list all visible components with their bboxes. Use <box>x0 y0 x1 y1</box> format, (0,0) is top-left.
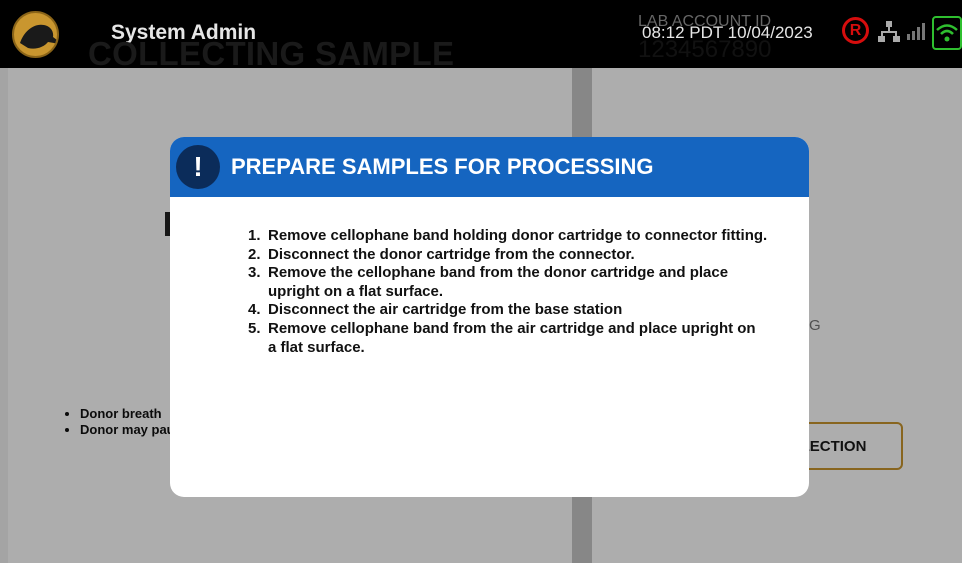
prepare-samples-dialog: ! PREPARE SAMPLES FOR PROCESSING 1. Remo… <box>170 137 809 497</box>
steps-list: 1. Remove cellophane band holding donor … <box>248 227 768 357</box>
step-item: 5. Remove cellophane band from the air c… <box>248 320 768 357</box>
step-item: 2. Disconnect the donor cartridge from t… <box>248 246 768 265</box>
step-item: 3. Remove the cellophane band from the d… <box>248 264 768 301</box>
dialog-title: PREPARE SAMPLES FOR PROCESSING <box>231 154 654 179</box>
lab-account-label: LAB ACCOUNT ID <box>638 13 772 30</box>
step-text: Remove the cellophane band from the dono… <box>268 264 729 300</box>
step-number: 3. <box>248 264 261 282</box>
step-item: 4. Disconnect the air cartridge from the… <box>248 301 768 320</box>
signal-icon <box>907 23 925 40</box>
step-text: Disconnect the air cartridge from the ba… <box>268 301 623 319</box>
wifi-icon <box>932 16 962 50</box>
network-icon <box>878 21 900 42</box>
exclamation-icon: ! <box>176 145 220 189</box>
step-text: Remove cellophane band holding donor car… <box>268 227 768 244</box>
dialog-header: ! PREPARE SAMPLES FOR PROCESSING <box>170 137 809 197</box>
step-text: Disconnect the donor cartridge from the … <box>268 245 635 263</box>
lab-account-value: 1234567890 <box>638 36 772 63</box>
step-number: 4. <box>248 301 261 319</box>
registered-status-icon: R <box>842 17 869 44</box>
step-number: 5. <box>248 319 261 337</box>
step-number: 2. <box>248 245 261 263</box>
step-number: 1. <box>248 227 261 244</box>
step-item: 1. Remove cellophane band holding donor … <box>248 227 768 246</box>
step-text: Remove cellophane band from the air cart… <box>268 319 756 356</box>
dog-logo-icon[interactable] <box>12 11 59 58</box>
